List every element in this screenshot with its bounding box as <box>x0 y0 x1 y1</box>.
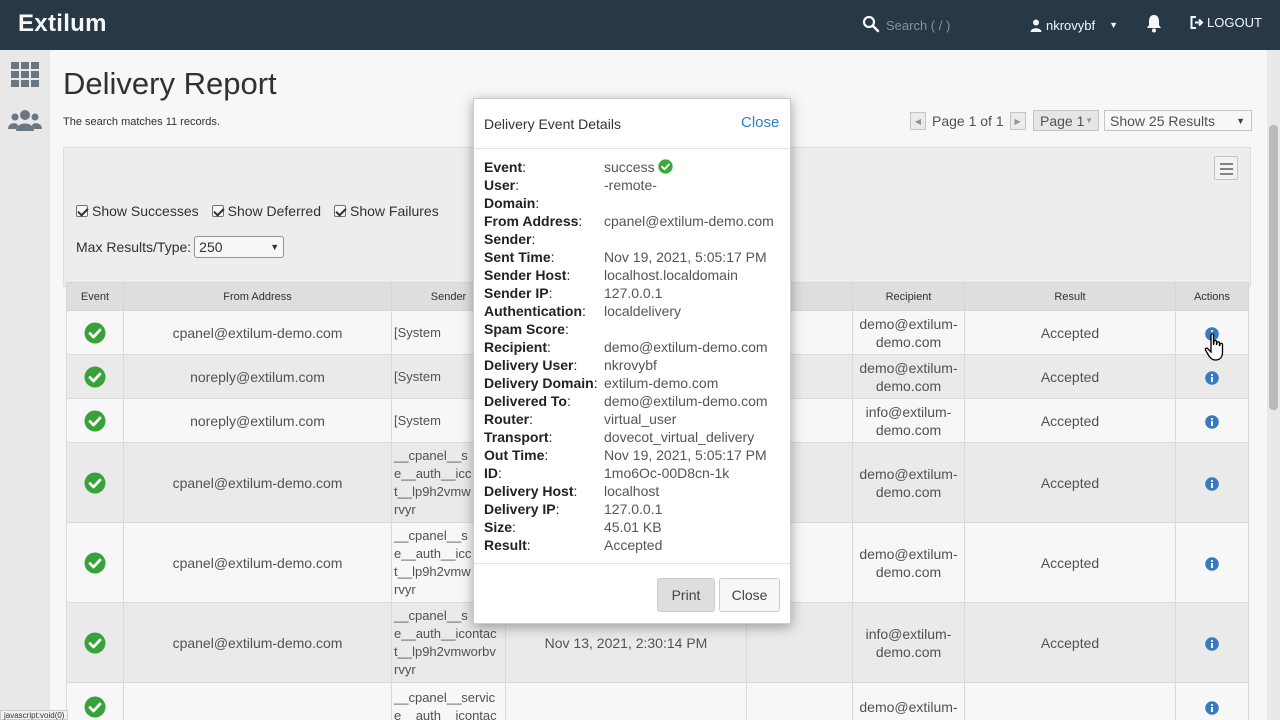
detail-value: localhost <box>604 483 660 499</box>
detail-row: From Address: cpanel@extilum-demo.com <box>484 212 790 230</box>
detail-row: Transport: dovecot_virtual_delivery <box>484 428 790 446</box>
detail-row: Sender Host: localhost.localdomain <box>484 266 790 284</box>
detail-row: Authentication: localdelivery <box>484 302 790 320</box>
detail-row: Delivery Host: localhost <box>484 482 790 500</box>
detail-row: User: -remote- <box>484 176 790 194</box>
detail-label: Spam Score: <box>484 321 569 337</box>
detail-value: localdelivery <box>604 303 682 319</box>
event-detail-list: Event: success User: -remote- Domain: From Ad… <box>484 158 790 554</box>
detail-label: Delivered To: <box>484 393 571 409</box>
detail-row: Delivered To: demo@extilum-demo.com <box>484 392 790 410</box>
detail-row: Sender: <box>484 230 790 248</box>
detail-row: Size: 45.01 KB <box>484 518 790 536</box>
modal-header: Delivery Event Details Close <box>474 99 790 149</box>
detail-label: Event: <box>484 159 527 175</box>
print-button[interactable]: Print <box>657 578 715 612</box>
detail-value: Nov 19, 2021, 5:05:17 PM <box>604 447 767 463</box>
detail-label: Delivery Host: <box>484 483 578 499</box>
detail-value: cpanel@extilum-demo.com <box>604 213 774 229</box>
detail-value: 45.01 KB <box>604 519 662 535</box>
detail-row: Domain: <box>484 194 790 212</box>
detail-label: Size: <box>484 519 516 535</box>
detail-label: Authentication: <box>484 303 586 319</box>
close-button[interactable]: Close <box>719 578 780 612</box>
detail-value: 127.0.0.1 <box>604 285 663 301</box>
detail-row: Router: virtual_user <box>484 410 790 428</box>
detail-label: Out Time: <box>484 447 549 463</box>
modal-title: Delivery Event Details <box>484 116 621 132</box>
modal-close-link[interactable]: Close <box>741 114 779 131</box>
detail-value: localhost.localdomain <box>604 267 738 283</box>
detail-row: Delivery IP: 127.0.0.1 <box>484 500 790 518</box>
detail-label: Sender Host: <box>484 267 571 283</box>
detail-row: Result: Accepted <box>484 536 790 554</box>
detail-row: ID: 1mo6Oc-00D8cn-1k <box>484 464 790 482</box>
status-bar: javascript:void(0) <box>0 710 69 720</box>
detail-value: success <box>604 158 673 176</box>
detail-row: Delivery Domain: extilum-demo.com <box>484 374 790 392</box>
detail-value: demo@extilum-demo.com <box>604 393 768 409</box>
detail-label: Sent Time: <box>484 249 555 265</box>
detail-label: Delivery Domain: <box>484 375 598 391</box>
detail-label: Domain: <box>484 195 540 211</box>
detail-value: -remote- <box>604 177 657 193</box>
detail-label: Delivery User: <box>484 357 578 373</box>
detail-value: extilum-demo.com <box>604 375 719 391</box>
detail-value: dovecot_virtual_delivery <box>604 429 755 445</box>
detail-label: User: <box>484 177 520 193</box>
detail-label: Router: <box>484 411 534 427</box>
detail-label: Result: <box>484 537 531 553</box>
hand-cursor-icon <box>1204 333 1224 361</box>
delivery-event-modal: Delivery Event Details Close Event: succe… <box>473 98 791 624</box>
detail-label: From Address: <box>484 213 583 229</box>
check-circle-icon <box>657 159 673 174</box>
detail-label: Recipient: <box>484 339 551 355</box>
detail-value: Nov 19, 2021, 5:05:17 PM <box>604 249 767 265</box>
detail-value: demo@extilum-demo.com <box>604 339 768 355</box>
detail-row: Sender IP: 127.0.0.1 <box>484 284 790 302</box>
detail-label: Delivery IP: <box>484 501 560 517</box>
detail-row: Recipient: demo@extilum-demo.com <box>484 338 790 356</box>
detail-value: 127.0.0.1 <box>604 501 663 517</box>
detail-value: nkrovybf <box>604 357 657 373</box>
detail-label: ID: <box>484 465 502 481</box>
detail-label: Sender: <box>484 231 536 247</box>
detail-row: Event: success <box>484 158 790 176</box>
detail-value: virtual_user <box>604 411 677 427</box>
detail-value: 1mo6Oc-00D8cn-1k <box>604 465 730 481</box>
detail-row: Delivery User: nkrovybf <box>484 356 790 374</box>
modal-footer: Print Close <box>474 563 790 623</box>
detail-row: Sent Time: Nov 19, 2021, 5:05:17 PM <box>484 248 790 266</box>
detail-row: Spam Score: <box>484 320 790 338</box>
detail-label: Sender IP: <box>484 285 553 301</box>
detail-label: Transport: <box>484 429 553 445</box>
detail-value: Accepted <box>604 537 663 553</box>
detail-row: Out Time: Nov 19, 2021, 5:05:17 PM <box>484 446 790 464</box>
